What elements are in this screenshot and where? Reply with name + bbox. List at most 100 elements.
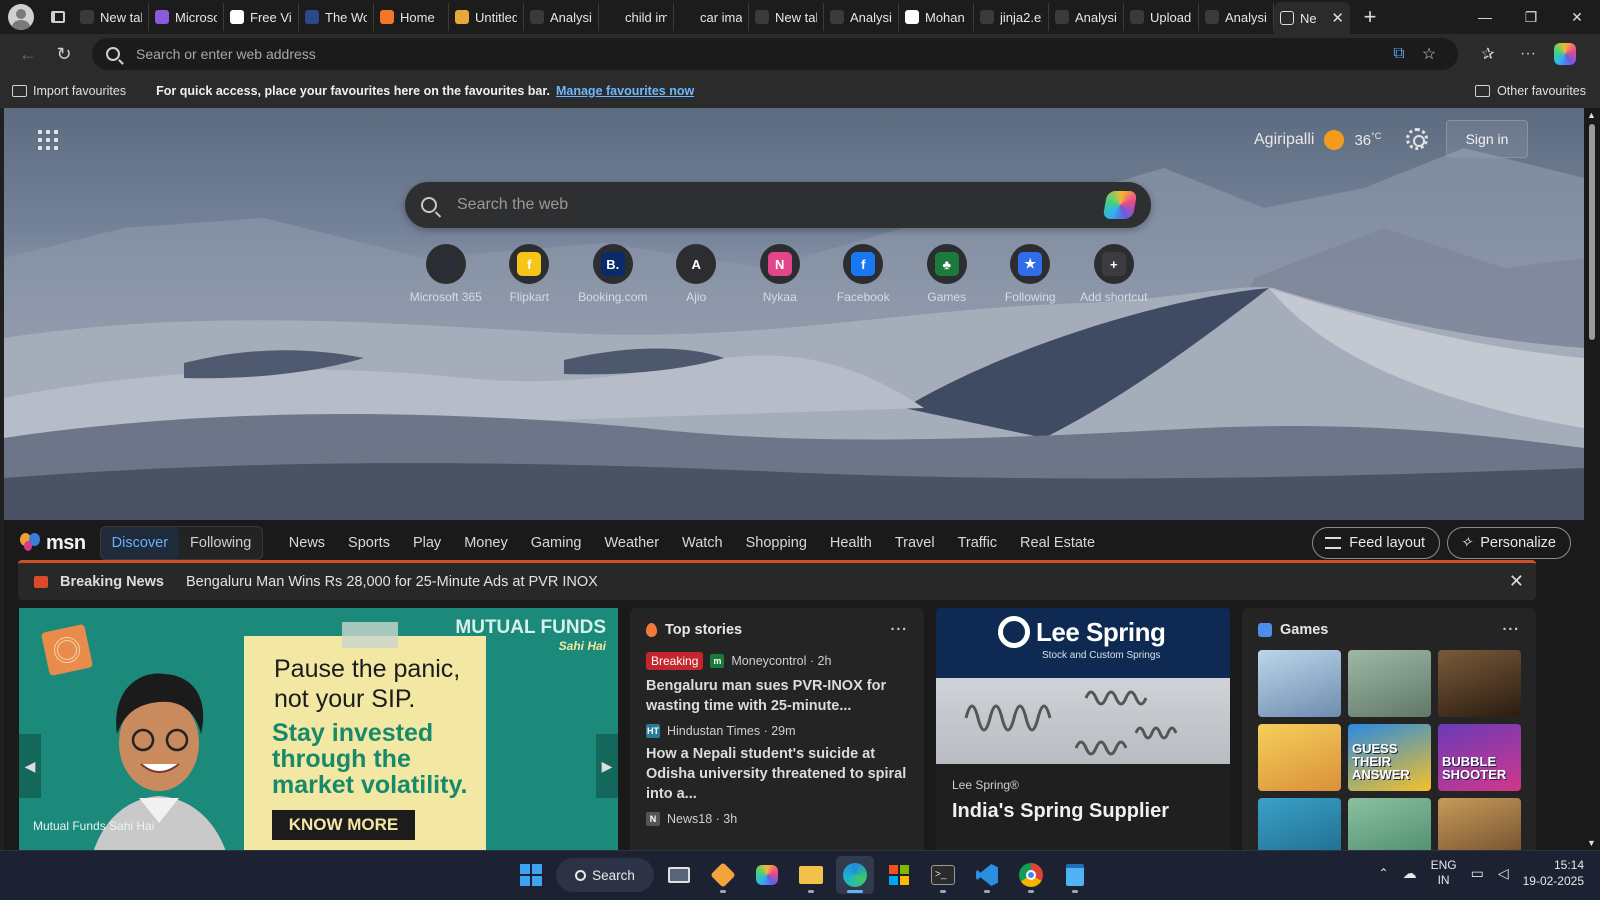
breaking-news-banner[interactable]: Breaking News Bengaluru Man Wins Rs 28,0… xyxy=(18,560,1536,600)
mutual-funds-ad[interactable]: Pause the panic, not your SIP. Stay inve… xyxy=(19,608,618,850)
page-scrollbar[interactable]: ▲ ▼ xyxy=(1584,108,1600,850)
cat-game[interactable] xyxy=(1258,724,1341,791)
tab-item[interactable]: The Wo xyxy=(299,3,374,31)
carousel-next-icon[interactable]: ▶ xyxy=(596,734,618,798)
tab-item[interactable]: Analysis xyxy=(824,3,899,31)
tab-item[interactable]: Free Vis xyxy=(224,3,299,31)
onedrive-icon[interactable]: ☁ xyxy=(1403,865,1417,882)
tab-item[interactable]: Upload xyxy=(1124,3,1199,31)
scroll-down-icon[interactable]: ▼ xyxy=(1587,838,1596,848)
notepad-icon[interactable] xyxy=(1056,856,1094,894)
tab-item[interactable]: Analysis xyxy=(524,3,599,31)
close-icon[interactable]: ✕ xyxy=(1509,571,1524,592)
more-options-icon[interactable]: ··· xyxy=(1503,622,1521,638)
shortcut-item[interactable]: B. Booking.com xyxy=(571,244,655,304)
tab-item[interactable]: jinja2.ex xyxy=(974,3,1049,31)
tab-item[interactable]: New tab xyxy=(74,3,149,31)
more-options-icon[interactable]: ··· xyxy=(891,622,909,638)
chevron-up-icon[interactable]: ⌃ xyxy=(1379,866,1389,880)
category-link[interactable]: Shopping xyxy=(734,535,818,551)
carousel-prev-icon[interactable]: ◀ xyxy=(19,734,41,798)
category-link[interactable]: Health xyxy=(818,535,883,551)
category-link[interactable]: Watch xyxy=(671,535,735,551)
story-headline[interactable]: How a Nepali student's suicide at Odisha… xyxy=(646,744,908,804)
shortcut-item[interactable]: + Add shortcut xyxy=(1072,244,1156,304)
volume-icon[interactable]: ◁ xyxy=(1498,865,1509,882)
tab-item[interactable]: car ima xyxy=(674,3,749,31)
tab-item[interactable]: Analysis xyxy=(1049,3,1124,31)
shortcut-item[interactable]: A Ajio xyxy=(655,244,739,304)
category-link[interactable]: Sports xyxy=(337,535,402,551)
settings-gear-icon[interactable] xyxy=(1406,128,1428,150)
horse-game[interactable] xyxy=(1438,798,1521,850)
archery-game[interactable] xyxy=(1348,798,1431,850)
minimize-icon[interactable]: — xyxy=(1462,0,1508,34)
tab-following[interactable]: Following xyxy=(179,535,262,551)
msn-logo[interactable]: msn xyxy=(20,532,86,555)
sign-in-button[interactable]: Sign in xyxy=(1446,120,1528,158)
favourites-icon[interactable]: ✰ xyxy=(1468,44,1508,64)
task-view-icon[interactable] xyxy=(660,856,698,894)
tab-active[interactable]: Ne ✕ xyxy=(1274,2,1350,34)
shortcut-item[interactable]: ♣ Games xyxy=(905,244,989,304)
category-link[interactable]: News xyxy=(277,535,336,551)
language-indicator[interactable]: ENG IN xyxy=(1431,858,1457,888)
tab-item[interactable]: Home xyxy=(374,3,449,31)
story-headline[interactable]: Bengaluru man sues PVR-INOX for wasting … xyxy=(646,676,908,716)
breaking-news-text[interactable]: Bengaluru Man Wins Rs 28,000 for 25-Minu… xyxy=(186,574,598,590)
shortcut-item[interactable]: N Nykaa xyxy=(738,244,822,304)
scroll-up-icon[interactable]: ▲ xyxy=(1587,110,1596,120)
weather-widget[interactable]: Agiripalli 36°C xyxy=(1254,130,1381,150)
ad-tagline[interactable]: India's Spring Supplier xyxy=(952,800,1214,823)
close-window-icon[interactable]: ✕ xyxy=(1554,0,1600,34)
category-link[interactable]: Play xyxy=(401,535,452,551)
restore-icon[interactable]: ❐ xyxy=(1508,0,1554,34)
feed-layout-button[interactable]: Feed layout xyxy=(1312,527,1441,559)
category-link[interactable]: Gaming xyxy=(519,535,593,551)
file-explorer-icon[interactable] xyxy=(792,856,830,894)
copilot-icon[interactable] xyxy=(1102,191,1138,219)
tab-item[interactable]: Mohan xyxy=(899,3,974,31)
profile-avatar[interactable] xyxy=(8,4,34,30)
ball-game[interactable] xyxy=(1258,798,1341,850)
category-link[interactable]: Traffic xyxy=(946,535,1008,551)
scrollbar-thumb[interactable] xyxy=(1589,124,1595,340)
edge-browser-icon[interactable] xyxy=(836,856,874,894)
category-link[interactable]: Travel xyxy=(883,535,946,551)
tab-discover[interactable]: Discover xyxy=(100,527,180,559)
shortcut-item[interactable]: f Facebook xyxy=(822,244,906,304)
category-link[interactable]: Weather xyxy=(593,535,671,551)
chrome-icon[interactable] xyxy=(1012,856,1050,894)
copilot-icon[interactable] xyxy=(1554,43,1576,65)
tab-actions-icon[interactable] xyxy=(42,3,74,31)
copilot-app-icon[interactable] xyxy=(748,856,786,894)
manage-favourites-link[interactable]: Manage favourites now xyxy=(556,84,694,98)
story-item[interactable]: Breaking m Moneycontrol · 2h Bengaluru man … xyxy=(646,652,908,716)
lee-spring-ad[interactable]: Lee Spring Stock and Custom Springs Lee … xyxy=(936,608,1230,850)
car-game[interactable] xyxy=(1348,650,1431,717)
tab-item[interactable]: Analysis xyxy=(1199,3,1274,31)
favourite-star-icon[interactable]: ☆ xyxy=(1414,44,1444,64)
new-tab-button[interactable]: + xyxy=(1350,3,1390,31)
thief-game[interactable] xyxy=(1258,650,1341,717)
deer-hunt-game[interactable] xyxy=(1438,650,1521,717)
category-link[interactable]: Real Estate xyxy=(1009,535,1107,551)
git-app-icon[interactable] xyxy=(704,856,742,894)
more-options-icon[interactable]: ··· xyxy=(1508,45,1548,63)
terminal-icon[interactable]: >_ xyxy=(924,856,962,894)
tab-item[interactable]: New tab xyxy=(749,3,824,31)
address-bar[interactable]: Search or enter web address ⧉ ☆ xyxy=(92,38,1458,70)
close-tab-icon[interactable]: ✕ xyxy=(1331,9,1344,27)
immersive-reader-icon[interactable]: ⧉ xyxy=(1384,45,1414,63)
clock[interactable]: 15:14 19-02-2025 xyxy=(1523,857,1584,889)
tab-item[interactable]: child im xyxy=(599,3,674,31)
web-search-box[interactable]: Search the web xyxy=(405,182,1151,228)
know-more-button[interactable]: KNOW MORE xyxy=(272,810,415,840)
category-link[interactable]: Money xyxy=(453,535,520,551)
import-favourites-button[interactable]: Import favourites xyxy=(12,84,126,98)
network-icon[interactable]: ▭ xyxy=(1471,865,1484,882)
microsoft-store-icon[interactable] xyxy=(880,856,918,894)
shortcut-item[interactable]: f Flipkart xyxy=(488,244,572,304)
tab-item[interactable]: Untitled xyxy=(449,3,524,31)
vscode-icon[interactable] xyxy=(968,856,1006,894)
